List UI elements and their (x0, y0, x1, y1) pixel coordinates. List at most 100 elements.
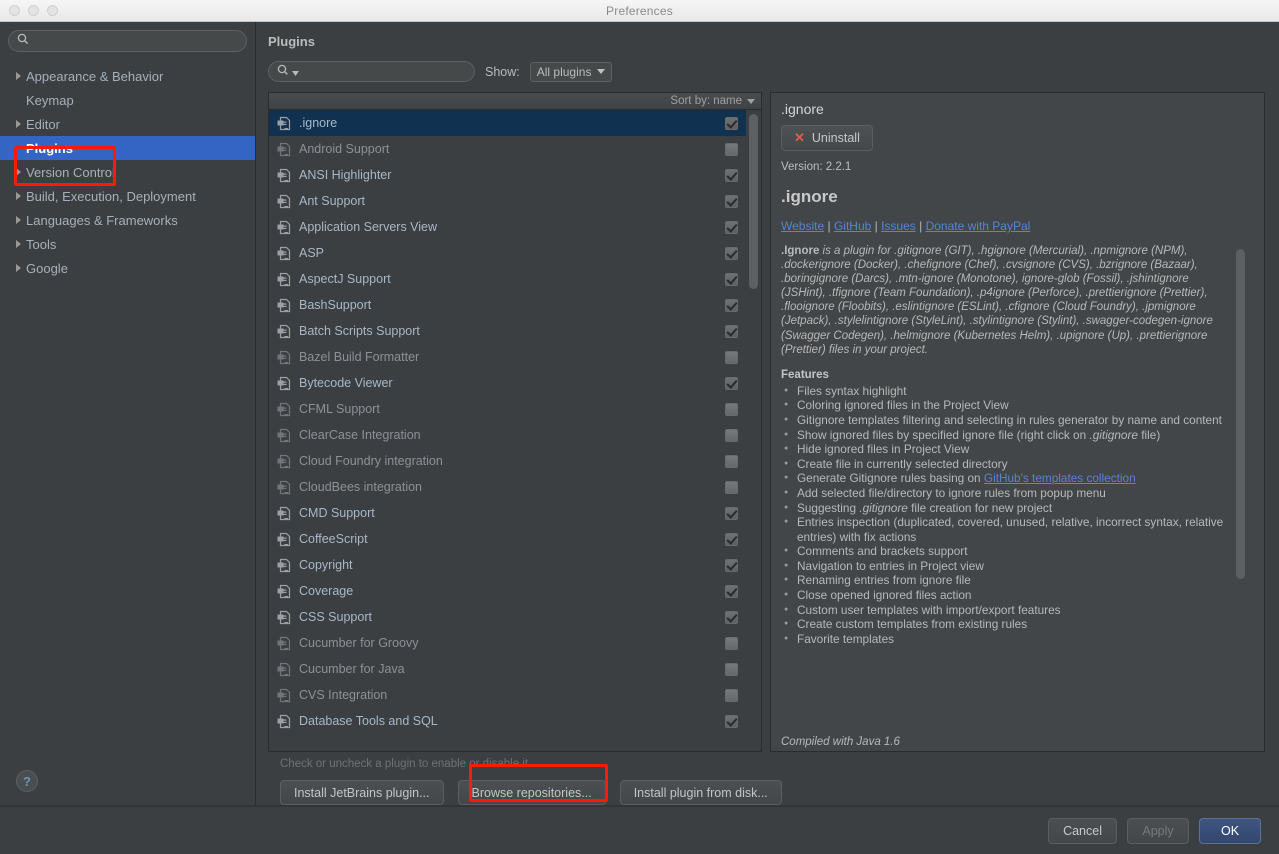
sidebar-item-build-execution-deployment[interactable]: Build, Execution, Deployment (0, 184, 255, 208)
plugin-list-item[interactable]: CFML Support (269, 396, 746, 422)
plugin-list-item[interactable]: CVS Integration (269, 682, 746, 708)
uninstall-button-label: Uninstall (812, 131, 860, 145)
plugin-list-item[interactable]: Bazel Build Formatter (269, 344, 746, 370)
plugin-enabled-checkbox[interactable] (725, 221, 738, 234)
plugin-enabled-checkbox[interactable] (725, 403, 738, 416)
plugin-icon (277, 168, 291, 183)
details-scrollbar[interactable] (1233, 187, 1248, 751)
plugin-enabled-checkbox[interactable] (725, 169, 738, 182)
maximize-window-button[interactable] (47, 5, 58, 16)
scrollbar-thumb[interactable] (749, 114, 758, 289)
plugin-icon (277, 402, 291, 417)
sidebar-item-languages-frameworks[interactable]: Languages & Frameworks (0, 208, 255, 232)
plugin-list-item[interactable]: Batch Scripts Support (269, 318, 746, 344)
minimize-window-button[interactable] (28, 5, 39, 16)
plugin-enabled-checkbox[interactable] (725, 715, 738, 728)
window-traffic-lights[interactable] (0, 5, 58, 16)
ok-button[interactable]: OK (1199, 818, 1261, 844)
sidebar-item-tools[interactable]: Tools (0, 232, 255, 256)
show-label: Show: (485, 65, 520, 79)
chevron-right-icon[interactable] (10, 72, 26, 80)
plugin-list-item[interactable]: Android Support (269, 136, 746, 162)
plugin-enabled-checkbox[interactable] (725, 429, 738, 442)
plugin-list-item[interactable]: CSS Support (269, 604, 746, 630)
sidebar-item-plugins[interactable]: Plugins (0, 136, 255, 160)
plugin-enabled-checkbox[interactable] (725, 585, 738, 598)
sidebar-item-label: Google (26, 261, 68, 276)
plugin-list-item[interactable]: CoffeeScript (269, 526, 746, 552)
uninstall-button[interactable]: ✕ Uninstall (781, 125, 873, 151)
plugin-enabled-checkbox[interactable] (725, 143, 738, 156)
chevron-right-icon[interactable] (10, 120, 26, 128)
plugin-link-website[interactable]: Website (781, 219, 824, 233)
plugin-list-item[interactable]: Cucumber for Java (269, 656, 746, 682)
chevron-right-icon[interactable] (10, 168, 26, 176)
sidebar-search-box[interactable] (8, 30, 247, 52)
plugin-enabled-checkbox[interactable] (725, 481, 738, 494)
plugin-list-item[interactable]: Ant Support (269, 188, 746, 214)
plugin-enabled-checkbox[interactable] (725, 507, 738, 520)
plugin-list-item[interactable]: CMD Support (269, 500, 746, 526)
plugin-enabled-checkbox[interactable] (725, 689, 738, 702)
scrollbar-thumb[interactable] (1236, 249, 1245, 579)
plugin-list-item[interactable]: Database Tools and SQL (269, 708, 746, 734)
plugin-link-github[interactable]: GitHub (834, 219, 871, 233)
plugin-icon (277, 194, 291, 209)
plugin-list-header[interactable]: Sort by: name (269, 93, 761, 110)
help-icon[interactable]: ? (16, 770, 38, 792)
show-dropdown[interactable]: All plugins (530, 62, 613, 82)
plugin-list-item[interactable]: Application Servers View (269, 214, 746, 240)
plugin-list-item[interactable]: Cucumber for Groovy (269, 630, 746, 656)
plugin-enabled-checkbox[interactable] (725, 325, 738, 338)
chevron-right-icon[interactable] (10, 264, 26, 272)
plugin-enabled-checkbox[interactable] (725, 377, 738, 390)
cancel-button[interactable]: Cancel (1048, 818, 1117, 844)
plugin-icon (277, 246, 291, 261)
install-plugin-from-disk-button[interactable]: Install plugin from disk... (620, 780, 782, 805)
close-window-button[interactable] (9, 5, 20, 16)
plugin-list-item[interactable]: Coverage (269, 578, 746, 604)
apply-button[interactable]: Apply (1127, 818, 1189, 844)
plugin-enabled-checkbox[interactable] (725, 455, 738, 468)
plugin-filter-input[interactable] (302, 65, 466, 79)
chevron-right-icon[interactable] (10, 240, 26, 248)
plugin-list-item[interactable]: Cloud Foundry integration (269, 448, 746, 474)
sidebar-item-keymap[interactable]: Keymap (0, 88, 255, 112)
browse-repositories-button[interactable]: Browse repositories... (458, 780, 606, 805)
plugin-enabled-checkbox[interactable] (725, 611, 738, 624)
plugin-enabled-checkbox[interactable] (725, 273, 738, 286)
plugin-enabled-checkbox[interactable] (725, 351, 738, 364)
plugin-enabled-checkbox[interactable] (725, 559, 738, 572)
sidebar-item-editor[interactable]: Editor (0, 112, 255, 136)
plugin-enabled-checkbox[interactable] (725, 247, 738, 260)
plugin-enabled-checkbox[interactable] (725, 299, 738, 312)
plugin-list-item[interactable]: AspectJ Support (269, 266, 746, 292)
plugin-enabled-checkbox[interactable] (725, 637, 738, 650)
sidebar-item-google[interactable]: Google (0, 256, 255, 280)
plugin-list-item[interactable]: CloudBees integration (269, 474, 746, 500)
sidebar-item-version-control[interactable]: Version Control (0, 160, 255, 184)
sidebar-item-appearance-behavior[interactable]: Appearance & Behavior (0, 64, 255, 88)
plugin-list-scrollbar[interactable] (746, 110, 761, 751)
plugin-enabled-checkbox[interactable] (725, 663, 738, 676)
chevron-down-icon[interactable] (292, 63, 299, 81)
chevron-right-icon[interactable] (10, 216, 26, 224)
plugin-filter-box[interactable] (268, 61, 475, 82)
plugin-link-donate-with-paypal[interactable]: Donate with PayPal (926, 219, 1031, 233)
chevron-right-icon[interactable] (10, 192, 26, 200)
plugin-list-item[interactable]: .ignore (269, 110, 746, 136)
plugin-list-item[interactable]: Bytecode Viewer (269, 370, 746, 396)
plugin-list-item[interactable]: BashSupport (269, 292, 746, 318)
plugin-list-item[interactable]: Copyright (269, 552, 746, 578)
install-jetbrains-plugin-button[interactable]: Install JetBrains plugin... (280, 780, 444, 805)
github-templates-collection-link[interactable]: GitHub's templates collection (984, 471, 1136, 485)
plugin-list-item[interactable]: ClearCase Integration (269, 422, 746, 448)
plugin-list-item[interactable]: ANSI Highlighter (269, 162, 746, 188)
settings-sidebar: Appearance & BehaviorKeymapEditorPlugins… (0, 22, 256, 805)
plugin-enabled-checkbox[interactable] (725, 533, 738, 546)
plugin-enabled-checkbox[interactable] (725, 117, 738, 130)
plugin-list-item[interactable]: ASP (269, 240, 746, 266)
plugin-link-issues[interactable]: Issues (881, 219, 916, 233)
plugin-enabled-checkbox[interactable] (725, 195, 738, 208)
sidebar-search-input[interactable] (34, 34, 238, 48)
